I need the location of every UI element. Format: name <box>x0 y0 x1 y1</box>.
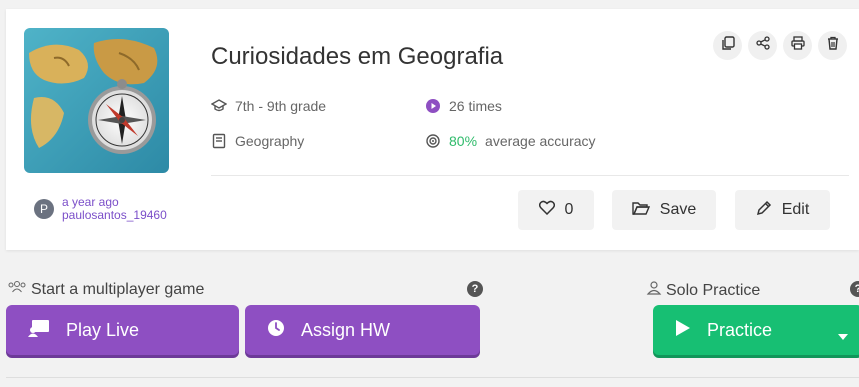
copy-icon <box>721 36 735 55</box>
book-icon <box>211 133 227 149</box>
grade-text: 7th - 9th grade <box>235 98 327 114</box>
play-live-button[interactable]: Play Live <box>6 305 239 355</box>
solo-help-icon[interactable]: ? <box>850 281 859 297</box>
quiz-title: Curiosidades em Geografia <box>211 43 504 70</box>
chevron-down-icon[interactable] <box>837 325 849 346</box>
assign-hw-label: Assign HW <box>301 319 391 340</box>
users-icon <box>7 280 27 299</box>
play-circle-icon <box>425 98 441 114</box>
card-divider <box>211 175 849 176</box>
subject-info: Geography <box>211 133 304 149</box>
plays-text: 26 times <box>449 98 502 114</box>
practice-label: Practice <box>707 319 773 340</box>
save-label: Save <box>659 201 697 218</box>
share-icon <box>755 36 770 55</box>
author-info: P a year ago paulosantos_19460 <box>34 196 167 222</box>
heart-icon <box>538 200 555 220</box>
author-details: a year ago paulosantos_19460 <box>62 196 167 222</box>
avatar: P <box>34 199 54 219</box>
section-divider <box>6 377 859 378</box>
edit-label: Edit <box>781 201 810 218</box>
plays-info: 26 times <box>425 98 502 114</box>
grade-info: 7th - 9th grade <box>211 98 326 114</box>
trash-icon <box>827 36 839 55</box>
quiz-thumbnail <box>24 28 169 173</box>
accuracy-value: 80% <box>449 133 478 149</box>
like-button[interactable]: 0 <box>518 190 594 230</box>
author-username[interactable]: paulosantos_19460 <box>62 209 167 222</box>
accuracy-label: average accuracy <box>485 133 596 149</box>
user-icon <box>646 280 662 301</box>
save-button[interactable]: Save <box>612 190 716 230</box>
graduation-cap-icon <box>211 98 227 114</box>
multiplayer-help-icon[interactable]: ? <box>467 281 483 297</box>
clock-icon <box>267 319 285 342</box>
live-screen-icon <box>28 319 50 342</box>
multiplayer-label-text: Start a multiplayer game <box>31 280 205 298</box>
folder-icon <box>632 201 650 220</box>
copy-button[interactable] <box>713 31 742 60</box>
play-icon <box>675 319 691 342</box>
practice-button[interactable]: Practice <box>653 305 859 355</box>
quiz-toolbar <box>713 31 847 60</box>
delete-button[interactable] <box>818 31 847 60</box>
solo-label-text: Solo Practice <box>666 281 761 299</box>
target-icon <box>425 133 441 149</box>
share-button[interactable] <box>748 31 777 60</box>
multiplayer-label: Start a multiplayer game <box>7 280 204 299</box>
accuracy-info: 80% average accuracy <box>425 133 596 149</box>
play-live-label: Play Live <box>66 319 140 340</box>
edit-button[interactable]: Edit <box>735 190 830 230</box>
like-count: 0 <box>564 201 574 218</box>
assign-hw-button[interactable]: Assign HW <box>245 305 480 355</box>
print-button[interactable] <box>783 31 812 60</box>
pencil-icon <box>756 200 772 221</box>
subject-text: Geography <box>235 133 305 149</box>
quiz-card: Curiosidades em Geografia 7th - 9th grad… <box>6 9 859 250</box>
print-icon <box>790 36 805 55</box>
solo-label: Solo Practice <box>646 280 760 301</box>
